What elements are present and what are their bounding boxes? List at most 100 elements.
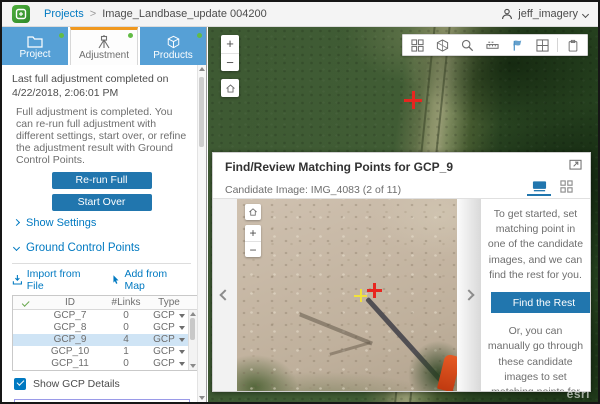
candidate-image-viewer[interactable]: + −	[237, 199, 457, 391]
gcp-type-dropdown[interactable]: GCP	[149, 346, 189, 357]
scroll-down-icon[interactable]	[199, 396, 205, 400]
matching-panel-body: + − To get started, set matching point i…	[213, 199, 590, 391]
add-from-map-link[interactable]: Add from Map	[111, 268, 189, 292]
next-image-button[interactable]	[457, 199, 481, 391]
single-view-toggle[interactable]	[527, 178, 551, 196]
image-window-icon	[536, 39, 549, 52]
gcp-id: GCP_11	[37, 358, 103, 369]
scroll-up-icon[interactable]	[199, 67, 205, 71]
scrollbar-thumb[interactable]	[190, 318, 195, 340]
cursor-icon	[111, 274, 121, 285]
import-file-icon	[12, 274, 23, 285]
gcp-row-selected[interactable]: GCP_9 4 GCP	[13, 334, 197, 346]
gcp-links-flag-icon	[511, 39, 525, 52]
rerun-full-button[interactable]: Re-run Full	[52, 172, 152, 189]
gcp-type-dropdown[interactable]: GCP	[149, 334, 189, 345]
gcp-type-dropdown[interactable]: GCP	[149, 310, 189, 321]
gcp-table-header: ID #Links Type	[13, 296, 197, 310]
gcp-row[interactable]: GCP_7 0 GCP	[13, 310, 197, 322]
search-button[interactable]	[455, 35, 480, 55]
gcp-links-count: 0	[103, 310, 149, 321]
panel-tabs: Project Adjustment Products	[2, 27, 206, 65]
section-divider	[12, 263, 191, 264]
status-dot-icon	[197, 33, 202, 38]
home-icon	[225, 83, 236, 94]
map-canvas[interactable]: + −	[208, 27, 598, 402]
select-all-cell[interactable]	[13, 297, 37, 308]
column-id[interactable]: ID	[37, 297, 103, 308]
breadcrumb-projects-link[interactable]: Projects	[44, 8, 84, 20]
gcp-row[interactable]: GCP_11 0 GCP	[13, 358, 197, 370]
left-panel-scrollbar[interactable]	[197, 65, 206, 402]
app-logo-icon[interactable]	[12, 5, 30, 23]
image-enhancement-button[interactable]	[530, 35, 555, 55]
zoom-out-button[interactable]: −	[221, 53, 239, 71]
clipboard-button[interactable]	[560, 35, 585, 55]
chevron-right-icon	[463, 289, 474, 300]
column-links[interactable]: #Links	[103, 297, 149, 308]
folder-icon	[27, 35, 43, 48]
gcp-table-scrollbar[interactable]	[188, 310, 197, 370]
measure-button[interactable]	[480, 35, 505, 55]
breadcrumb-separator: >	[90, 8, 96, 20]
zoom-in-button[interactable]: +	[221, 35, 239, 53]
chevron-right-icon	[13, 219, 20, 226]
gcp-links-count: 0	[103, 358, 149, 369]
adjustment-status-text: Last full adjustment completed on 4/22/2…	[12, 73, 189, 100]
gcp-section-toggle[interactable]: Ground Control Points	[14, 242, 191, 254]
instruction-manual-text: Or, you can manually go through these ca…	[487, 324, 584, 391]
panel-title: Find/Review Matching Points for GCP_9	[225, 160, 578, 174]
tab-adjustment[interactable]: Adjustment	[70, 27, 138, 65]
viewer-home-button[interactable]	[245, 204, 261, 220]
gcp-type-dropdown[interactable]: GCP	[149, 322, 189, 333]
gcp-row[interactable]: GCP_8 0 GCP	[13, 322, 197, 334]
grid-view-toggle[interactable]	[554, 178, 578, 196]
cube-icon	[166, 35, 181, 49]
gcp-links-button-active[interactable]	[505, 35, 530, 55]
scrollbar-thumb[interactable]	[199, 77, 204, 147]
viewer-zoom-in-button[interactable]: +	[245, 225, 261, 241]
chevron-down-icon	[582, 10, 589, 17]
matching-point-yellow-cross[interactable]	[354, 289, 367, 302]
viewer-zoom-out-button[interactable]: −	[245, 241, 261, 257]
gcp-row[interactable]: GCP_10 1 GCP	[13, 346, 197, 358]
checkbox-checked-icon[interactable]	[14, 378, 26, 390]
show-gcp-details-checkbox[interactable]: Show GCP Details	[14, 378, 191, 390]
app-window: Projects > Image_Landbase_update 004200 …	[0, 0, 600, 404]
gcp-type-dropdown[interactable]: GCP	[149, 358, 189, 369]
gcp-marker-red-cross[interactable]	[404, 91, 422, 109]
dropdown-caret-icon	[179, 338, 185, 342]
chevron-left-icon	[219, 289, 230, 300]
status-dot-icon	[128, 33, 133, 38]
dropdown-caret-icon	[179, 314, 185, 318]
user-icon	[501, 8, 513, 20]
matching-points-panel: Find/Review Matching Points for GCP_9 Ca…	[212, 152, 591, 392]
scroll-up-icon[interactable]	[190, 312, 196, 316]
home-extent-button[interactable]	[221, 79, 239, 97]
app-header: Projects > Image_Landbase_update 004200 …	[2, 2, 598, 27]
previous-image-button[interactable]	[213, 199, 237, 391]
start-over-button[interactable]: Start Over	[52, 194, 152, 211]
dropdown-caret-icon	[179, 362, 185, 366]
basemap-button[interactable]	[430, 35, 455, 55]
user-menu[interactable]: jeff_imagery	[501, 8, 588, 20]
show-settings-toggle[interactable]: Show Settings	[14, 217, 191, 229]
dropdown-caret-icon	[179, 350, 185, 354]
find-the-rest-button[interactable]: Find the Rest	[491, 292, 590, 313]
tab-project[interactable]: Project	[2, 27, 68, 65]
show-settings-label: Show Settings	[26, 217, 96, 229]
column-type[interactable]: Type	[149, 297, 189, 308]
browse-images-button[interactable]	[405, 35, 430, 55]
gcp-red-cross[interactable]	[367, 283, 382, 298]
tab-products[interactable]: Products	[140, 27, 206, 65]
breadcrumb: Projects > Image_Landbase_update 004200	[44, 8, 267, 20]
tab-label: Project	[19, 50, 50, 60]
chevron-down-icon	[13, 244, 20, 251]
scroll-down-icon[interactable]	[190, 364, 196, 368]
grid-view-icon	[560, 180, 573, 193]
popout-icon[interactable]	[569, 158, 582, 170]
import-from-file-link[interactable]: Import from File	[12, 268, 99, 292]
username: jeff_imagery	[518, 8, 578, 20]
measure-icon	[486, 39, 499, 52]
gcp-section-label: Ground Control Points	[26, 242, 140, 254]
